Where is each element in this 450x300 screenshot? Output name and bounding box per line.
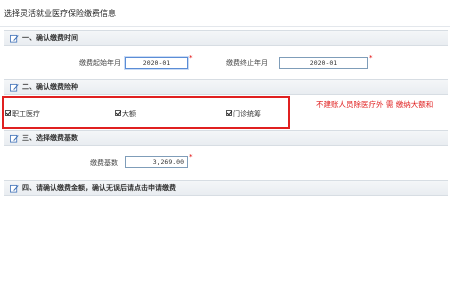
end-month-label: 缴费终止年月 [226,59,268,67]
edit-icon [10,34,19,43]
start-month-label: 缴费起始年月 [79,59,121,67]
checkbox-outpatient-pooling[interactable]: 门诊统筹 [226,109,261,119]
section-header-payment-base: 三、选择缴费基数 [4,130,448,146]
section-header-confirm-amount: 四、请确认缴费金额，确认无误后请点击申请缴费 [4,180,448,196]
section-title: 二、确认缴费险种 [22,83,78,91]
required-mark: * [189,54,193,62]
checkbox-checked-icon[interactable] [5,110,11,116]
section-header-payment-time: 一、确认缴费时间 [4,30,448,46]
section-header-insurance-types: 二、确认缴费险种 [4,79,448,95]
edit-icon [10,184,19,193]
page-title: 选择灵活就业医疗保险缴费信息 [0,0,450,27]
required-mark: * [369,54,373,62]
section-title: 一、确认缴费时间 [22,34,78,42]
checkbox-checked-icon[interactable] [115,110,121,116]
edit-icon [10,134,19,143]
payment-base-label: 缴费基数 [90,159,118,167]
required-mark: * [189,153,193,161]
section-title: 三、选择缴费基数 [22,134,78,142]
checkbox-large-amount[interactable]: 大额 [115,109,136,119]
checkbox-label: 大额 [122,110,136,118]
checkbox-checked-icon[interactable] [226,110,232,116]
checkbox-label: 职工医疗 [12,110,40,118]
start-month-input[interactable]: 2020-01 [125,57,188,69]
section-title: 四、请确认缴费金额，确认无误后请点击申请缴费 [22,184,176,192]
payment-base-input[interactable]: 3,269.00 [125,156,188,168]
edit-icon [10,83,19,92]
insurance-note: 不建账人员除医疗外 需 缴纳大额和 [316,100,434,109]
checkbox-employee-medical[interactable]: 职工医疗 [5,109,40,119]
checkbox-label: 门诊统筹 [233,110,261,118]
end-month-input[interactable]: 2020-01 [279,57,368,69]
